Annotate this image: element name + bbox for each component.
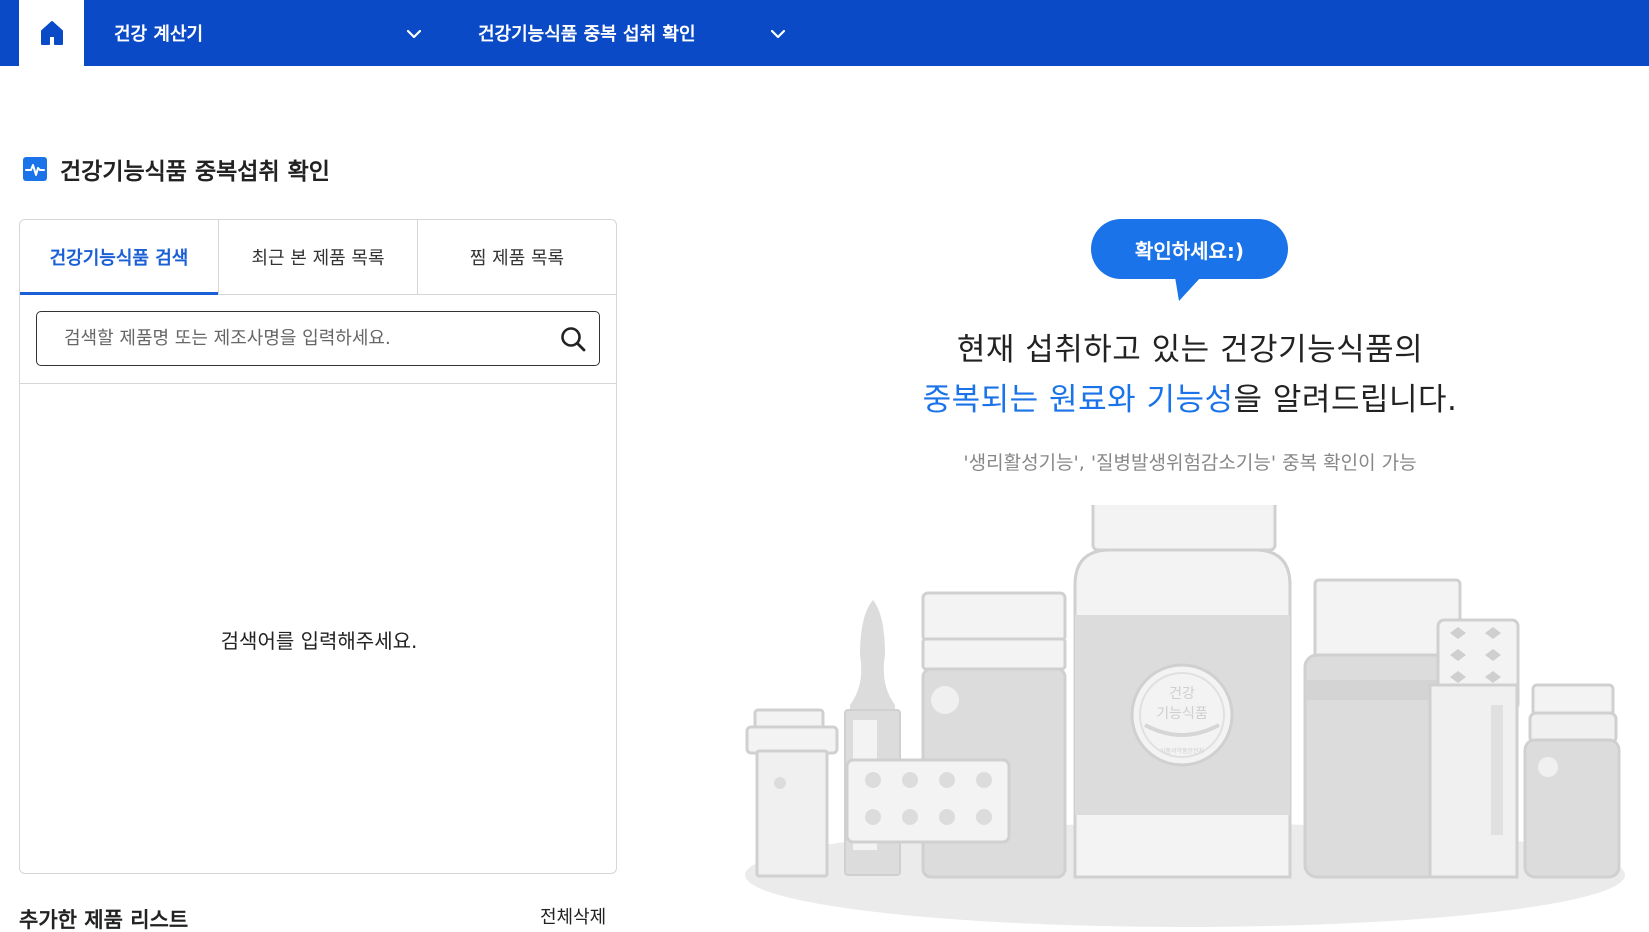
small-bottle-left <box>745 708 839 878</box>
search-area <box>20 295 616 384</box>
home-button[interactable] <box>19 0 84 66</box>
headline-line2: 중복되는 원료와 기능성을 알려드립니다. <box>790 374 1590 419</box>
blister-pack <box>845 758 1011 844</box>
headline-rest: 을 알려드립니다. <box>1233 382 1458 418</box>
tab-search[interactable]: 건강기능식품 검색 <box>20 220 219 295</box>
page-title: 건강기능식품 중복섭취 확인 <box>22 152 330 186</box>
search-icon[interactable] <box>559 325 587 353</box>
headline-highlight: 중복되는 원료와 기능성 <box>922 382 1234 418</box>
headline-note: '생리활성기능', '질병발생위험감소기능' 중복 확인이 가능 <box>963 452 1417 474</box>
nav-duplicate-check[interactable]: 건강기능식품 중복 섭취 확인 <box>478 0 788 66</box>
badge-small: 식품의약품안전처 <box>1160 747 1204 755</box>
speech-bubble: 확인하세요:) <box>1091 219 1288 301</box>
empty-message: 검색어를 입력해주세요. <box>220 629 418 653</box>
chevron-down-icon <box>406 29 422 39</box>
search-input[interactable] <box>37 312 599 365</box>
added-list-title: 추가한 제품 리스트 <box>19 908 189 932</box>
pulse-icon <box>23 157 47 181</box>
badge-line1: 건강 <box>1169 686 1195 702</box>
supplement-bottles-illustration: 건강 기능식품 식품의약품안전처 <box>745 505 1625 927</box>
big-center-bottle: 건강 기능식품 식품의약품안전처 <box>1073 505 1292 879</box>
page-title-text: 건강기능식품 중복섭취 확인 <box>60 159 330 185</box>
top-nav: 건강 계산기 건강기능식품 중복 섭취 확인 <box>0 0 1649 66</box>
nav-duplicate-check-label: 건강기능식품 중복 섭취 확인 <box>478 24 696 45</box>
pill-box <box>1428 618 1520 879</box>
badge-line2: 기능식품 <box>1156 706 1208 722</box>
home-icon <box>40 21 63 45</box>
search-box <box>36 311 600 366</box>
nav-health-calculator-label: 건강 계산기 <box>114 24 204 45</box>
tab-bar: 건강기능식품 검색 최근 본 제품 목록 찜 제품 목록 <box>20 220 616 295</box>
headline-line1: 현재 섭취하고 있는 건강기능식품의 <box>956 332 1424 368</box>
nav-health-calculator[interactable]: 건강 계산기 <box>114 0 424 66</box>
tab-recent[interactable]: 최근 본 제품 목록 <box>219 220 418 294</box>
tab-favorites[interactable]: 찜 제품 목록 <box>418 220 616 294</box>
small-bottle-right <box>1523 683 1621 879</box>
clear-all-button[interactable]: 전체삭제 <box>540 903 606 929</box>
chevron-down-icon <box>770 29 786 39</box>
search-panel: 건강기능식품 검색 최근 본 제품 목록 찜 제품 목록 검색어를 입력해주세요… <box>19 219 617 874</box>
